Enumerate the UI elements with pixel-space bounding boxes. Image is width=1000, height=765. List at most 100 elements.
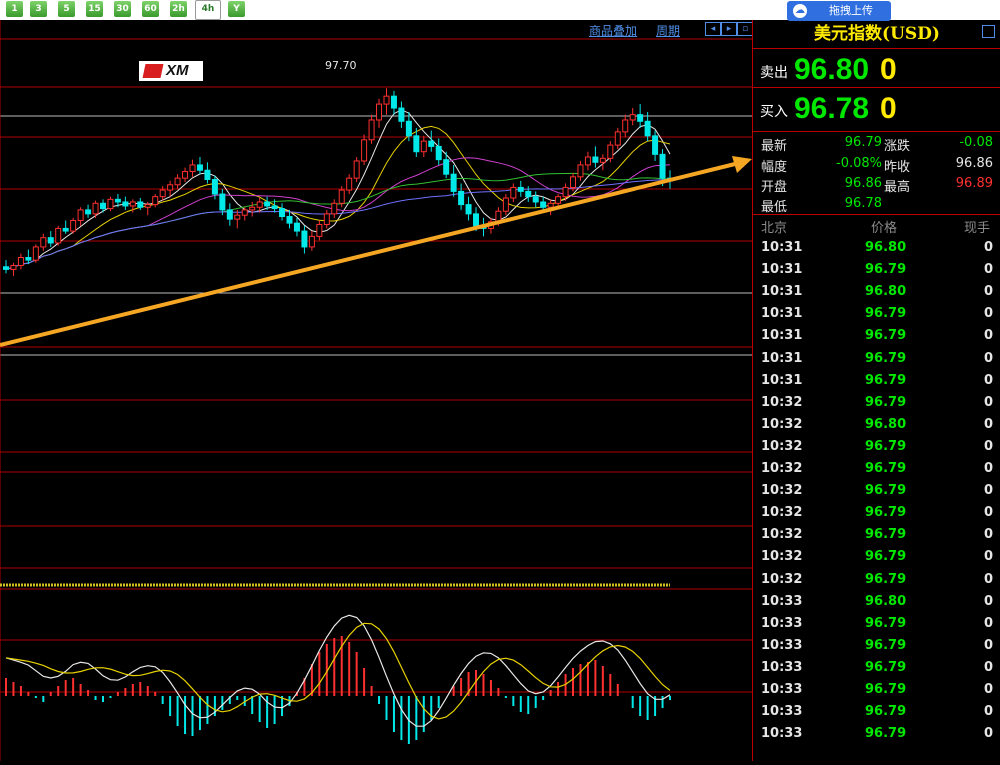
moving-average-line	[5, 178, 671, 270]
timeframe-button-1[interactable]: 1	[6, 1, 23, 17]
candle-body	[435, 145, 442, 161]
tick-price: 96.79	[865, 549, 907, 565]
tick-price: 96.79	[865, 615, 907, 631]
scroll-left-icon[interactable]: ◂	[705, 22, 721, 36]
tick-volume: 0	[983, 284, 993, 300]
upload-button[interactable]: ☁ 拖拽上传	[787, 1, 891, 21]
quote-panel: 美元指数(USD) 卖出 96.80 0 买入 96.78 0 最新 96.79…	[752, 20, 1000, 761]
tick-volume: 0	[983, 505, 993, 521]
timeframe-button-5[interactable]: 5	[58, 1, 75, 17]
tick-price: 96.79	[865, 461, 907, 476]
tick-volume: 0	[983, 328, 993, 344]
candle-body	[629, 114, 636, 121]
candle-body	[353, 160, 360, 179]
tick-price: 96.80	[865, 593, 907, 609]
prev-close-label: 昨收	[884, 160, 911, 175]
scroll-right-icon[interactable]: ▸	[721, 22, 737, 36]
chart-canvas	[0, 20, 752, 761]
candle-body	[316, 223, 323, 237]
tick-price: 96.79	[865, 306, 907, 322]
candle-body	[17, 257, 24, 266]
prev-close-value: 96.86	[955, 156, 993, 171]
tick-price: 96.79	[865, 262, 907, 278]
peak-price-label: 97.70	[325, 59, 357, 72]
timeframe-button-2h[interactable]: 2h	[170, 1, 187, 17]
candle-body	[3, 266, 9, 270]
timeframe-button-Y[interactable]: Y	[228, 1, 245, 17]
tick-time: 10:32	[761, 394, 803, 410]
sell-quote[interactable]: 卖出 96.80 0	[753, 48, 1000, 92]
candle-body	[428, 140, 435, 147]
candle-body	[204, 169, 211, 180]
tick-row: 10:32 96.79 0	[753, 458, 1000, 480]
tick-row: 10:33 96.79 0	[753, 635, 1000, 657]
price-chart[interactable]	[0, 20, 752, 761]
candle-body	[331, 202, 338, 215]
tick-volume: 0	[983, 637, 993, 653]
tick-price: 96.80	[865, 284, 907, 300]
candle-body	[167, 184, 174, 191]
candle-body	[376, 103, 383, 121]
tick-time: 10:32	[761, 461, 803, 476]
tick-volume: 0	[983, 240, 993, 255]
candle-body	[10, 264, 17, 270]
sell-price: 96.80	[794, 53, 870, 86]
open-label: 开盘	[761, 180, 788, 195]
candle-body	[226, 209, 233, 220]
buy-volume: 0	[880, 92, 897, 125]
tick-price: 96.80	[865, 240, 907, 255]
tick-volume: 0	[983, 593, 993, 609]
candle-body	[450, 173, 457, 192]
tick-volume: 0	[983, 372, 993, 388]
overlay-link[interactable]: 商品叠加	[589, 22, 637, 39]
tick-time: 10:31	[761, 262, 803, 278]
tick-time: 10:33	[761, 704, 803, 720]
candle-body	[659, 153, 666, 179]
tick-volume: 0	[983, 571, 993, 587]
tick-price: 96.79	[865, 438, 907, 454]
candle-body	[577, 164, 584, 178]
candle-body	[547, 202, 554, 208]
candle-body	[211, 178, 218, 195]
tick-row: 10:32 96.79 0	[753, 546, 1000, 568]
timeframe-button-15[interactable]: 15	[86, 1, 103, 17]
sell-volume: 0	[880, 53, 897, 86]
candle-body	[241, 209, 248, 216]
zoom-icon[interactable]: ▫	[737, 22, 753, 36]
timeframe-button-30[interactable]: 30	[114, 1, 131, 17]
candle-body	[502, 197, 509, 212]
candle-body	[32, 246, 39, 261]
tick-row: 10:32 96.79 0	[753, 524, 1000, 546]
timeframe-button-60[interactable]: 60	[142, 1, 159, 17]
candle-body	[398, 107, 405, 122]
last-label: 最新	[761, 139, 788, 154]
candle-body	[308, 235, 315, 248]
candle-body	[196, 164, 203, 171]
candle-body	[390, 95, 397, 109]
maximize-icon[interactable]	[982, 25, 995, 38]
tick-volume: 0	[983, 438, 993, 454]
tick-time: 10:31	[761, 372, 803, 388]
candle-body	[473, 213, 480, 227]
tick-time: 10:31	[761, 350, 803, 366]
tick-row: 10:32 96.79 0	[753, 480, 1000, 502]
candle-body	[293, 222, 300, 232]
timeframe-button-3[interactable]: 3	[30, 1, 47, 17]
sell-label: 卖出	[760, 65, 788, 81]
timeframe-button-4h[interactable]: 4h	[195, 0, 221, 20]
period-link[interactable]: 周期	[656, 22, 680, 39]
tick-row: 10:31 96.79 0	[753, 303, 1000, 325]
candle-body	[562, 186, 569, 198]
tick-price: 96.79	[865, 527, 907, 543]
candle-body	[622, 119, 629, 133]
tick-volume: 0	[983, 416, 993, 432]
candle-body	[510, 186, 517, 199]
candle-body	[122, 201, 129, 207]
candle-body	[368, 119, 375, 141]
tick-row: 10:32 96.80 0	[753, 414, 1000, 436]
buy-quote[interactable]: 买入 96.78 0	[753, 87, 1000, 131]
tick-price: 96.79	[865, 704, 907, 720]
candle-body	[420, 140, 427, 153]
tick-volume: 0	[983, 350, 993, 366]
macd-dea-line	[5, 622, 671, 720]
